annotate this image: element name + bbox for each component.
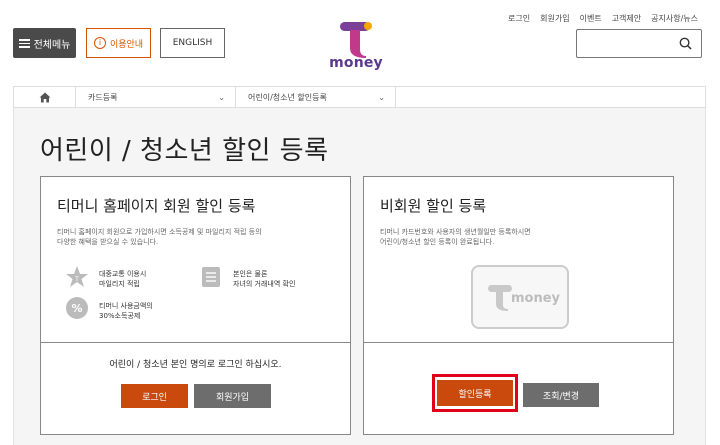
benefit-history-line2: 자녀의 거래내역 확인 <box>233 280 296 288</box>
tmoney-logo[interactable]: money <box>326 14 386 71</box>
nav-login-link[interactable]: 로그인 <box>508 13 530 24</box>
divider <box>364 342 673 343</box>
nav-notice-link[interactable]: 공지사항/뉴스 <box>651 13 698 24</box>
card-logo-wordmark: money <box>511 291 561 306</box>
login-button-label: 로그인 <box>142 392 167 403</box>
member-desc-line2: 다양한 혜택을 받으실 수 있습니다. <box>57 238 159 246</box>
benefit-mileage-line1: 대중교통 이용시 <box>99 270 147 278</box>
search-input[interactable] <box>582 34 674 53</box>
benefit-history: 본인은 물론 자녀의 거래내역 확인 <box>233 269 295 289</box>
member-card-description: 티머니 홈페이지 회원으로 가입하시면 소득공제 및 마일리지 적립 등의 다양… <box>57 227 337 247</box>
join-button[interactable]: 회원가입 <box>194 384 271 408</box>
nonmember-card-heading: 비회원 할인 등록 <box>380 197 487 215</box>
login-notice: 어린이 / 청소년 본인 명의로 로그인 하십시오. <box>109 360 282 370</box>
member-card-heading: 티머니 홈페이지 회원 할인 등록 <box>57 197 256 215</box>
nav-event-link[interactable]: 이벤트 <box>580 13 602 24</box>
nonmember-desc-line2: 어린이/청소년 할인 등록이 완료됩니다. <box>380 238 495 246</box>
receipt-icon <box>202 267 220 287</box>
breadcrumb-home[interactable] <box>14 87 76 107</box>
search-box <box>576 29 702 58</box>
chevron-down-icon: ⌄ <box>218 92 225 102</box>
tmoney-card-logo-icon <box>488 285 512 311</box>
divider <box>41 342 350 343</box>
all-menu-button[interactable]: 전체메뉴 <box>13 28 76 58</box>
nonmember-card-description: 티머니 카드번호와 사용자의 생년월일만 등록하시면 어린이/청소년 할인 등록… <box>380 227 660 247</box>
discount-register-button[interactable]: 할인등록 <box>437 380 513 406</box>
search-icon[interactable] <box>679 37 692 50</box>
breadcrumb-card-register-label: 카드등록 <box>88 92 118 102</box>
logo-wordmark: money <box>329 55 383 71</box>
english-button[interactable]: ENGLISH <box>160 28 225 58</box>
benefit-tax-line1: 티머니 사용금액의 <box>99 302 153 310</box>
benefit-mileage-line2: 마일리지 적립 <box>99 280 140 288</box>
benefit-mileage: 대중교통 이용시 마일리지 적립 <box>99 269 146 289</box>
chevron-down-icon: ⌄ <box>378 92 385 102</box>
login-button[interactable]: 로그인 <box>121 384 188 408</box>
svg-text:T: T <box>74 276 79 283</box>
usage-guide-button[interactable]: i 이용안내 <box>86 28 151 58</box>
usage-guide-label: 이용안내 <box>109 39 144 50</box>
svg-text:%: % <box>71 302 82 315</box>
breadcrumb-discount-register[interactable]: 어린이/청소년 할인등록 ⌄ <box>236 87 396 107</box>
join-button-label: 회원가입 <box>215 392 250 403</box>
page-title: 어린이 / 청소년 할인 등록 <box>40 136 329 166</box>
header: 전체메뉴 i 이용안내 ENGLISH money 로그인 회원가입 이벤트 고… <box>0 0 720 86</box>
nav-join-link[interactable]: 회원가입 <box>540 13 569 24</box>
top-navigation: 로그인 회원가입 이벤트 고객제안 공지사항/뉴스 <box>508 13 698 24</box>
home-icon <box>39 92 50 102</box>
nonmember-desc-line1: 티머니 카드번호와 사용자의 생년월일만 등록하시면 <box>380 228 531 236</box>
inquiry-change-button[interactable]: 조회/변경 <box>523 383 599 407</box>
star-icon: T <box>66 266 88 287</box>
tmoney-t-logo-icon <box>340 22 372 58</box>
discount-register-label: 할인등록 <box>458 389 492 400</box>
breadcrumb: 카드등록 ⌄ 어린이/청소년 할인등록 ⌄ <box>13 86 706 108</box>
benefit-tax-deduction: 티머니 사용금액의 30%소득공제 <box>99 301 153 321</box>
benefit-history-line1: 본인은 물론 <box>233 270 268 278</box>
hamburger-icon <box>18 38 30 48</box>
english-label: ENGLISH <box>172 38 213 48</box>
member-desc-line1: 티머니 홈페이지 회원으로 가입하시면 소득공제 및 마일리지 적립 등의 <box>57 228 262 236</box>
all-menu-label: 전체메뉴 <box>33 39 71 51</box>
nav-suggestion-link[interactable]: 고객제안 <box>612 13 641 24</box>
benefit-tax-line2: 30%소득공제 <box>99 312 141 320</box>
breadcrumb-card-register[interactable]: 카드등록 ⌄ <box>76 87 236 107</box>
nonmember-discount-card: 비회원 할인 등록 티머니 카드번호와 사용자의 생년월일만 등록하시면 어린이… <box>363 176 674 435</box>
percent-icon: % <box>66 297 88 319</box>
tmoney-card-image: money <box>471 265 569 329</box>
member-discount-card: 티머니 홈페이지 회원 할인 등록 티머니 홈페이지 회원으로 가입하시면 소득… <box>40 176 351 435</box>
breadcrumb-discount-register-label: 어린이/청소년 할인등록 <box>248 92 327 102</box>
info-icon: i <box>93 37 106 49</box>
inquiry-change-label: 조회/변경 <box>542 391 580 402</box>
